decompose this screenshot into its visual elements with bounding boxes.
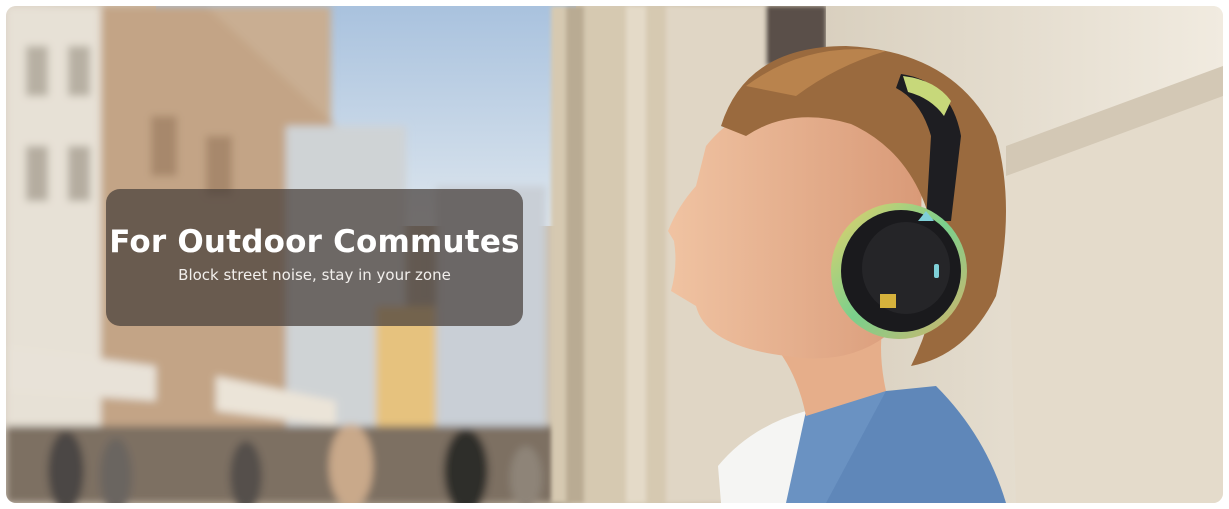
caption-overlay: For Outdoor Commutes Block street noise,… bbox=[106, 189, 523, 326]
hero-banner: For Outdoor Commutes Block street noise,… bbox=[6, 6, 1223, 503]
banner-subtitle: Block street noise, stay in your zone bbox=[178, 266, 451, 285]
banner-title: For Outdoor Commutes bbox=[109, 223, 520, 260]
